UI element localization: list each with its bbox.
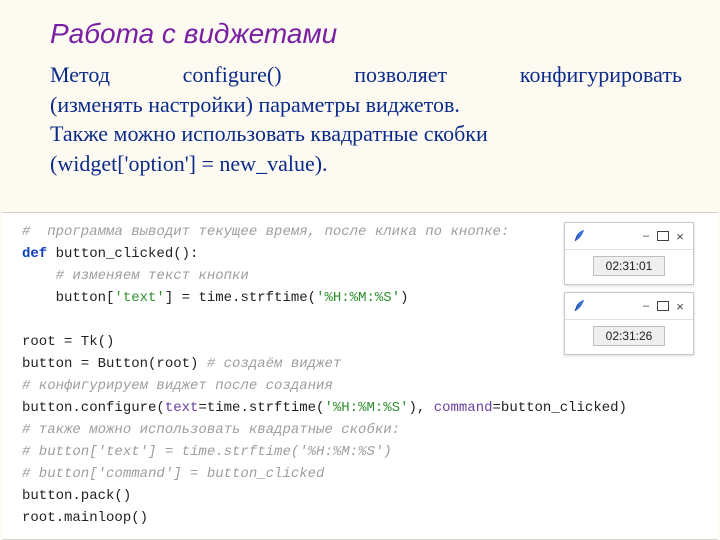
- code-comment: # также можно использовать квадратные ск…: [22, 422, 400, 438]
- slide-title: Работа с виджетами: [0, 0, 720, 60]
- code-text: button.configure(: [22, 400, 165, 416]
- maximize-icon[interactable]: [657, 301, 669, 311]
- code-arg: text: [165, 400, 199, 416]
- window-titlebar: – ×: [565, 223, 693, 250]
- desc-line: (widget['option'] = new_value).: [50, 149, 682, 179]
- code-text: root = Tk(): [22, 334, 114, 350]
- code-text: ] = time.strftime(: [165, 290, 316, 306]
- slide-description: Метод configure() позволяет конфигуриров…: [0, 60, 720, 191]
- minimize-icon[interactable]: –: [639, 300, 653, 312]
- feather-icon: [573, 299, 585, 313]
- time-button[interactable]: 02:31:01: [593, 256, 666, 276]
- desc-word: конфигурировать: [520, 62, 682, 87]
- code-text: button = Button(root): [22, 356, 207, 372]
- window-titlebar: – ×: [565, 293, 693, 320]
- close-icon[interactable]: ×: [673, 299, 687, 314]
- code-text: button_clicked():: [47, 246, 198, 262]
- code-string: '%H:%M:%S': [316, 290, 400, 306]
- tk-window-2: – × 02:31:26: [564, 292, 694, 355]
- code-string: 'text': [114, 290, 164, 306]
- code-keyword: def: [22, 246, 47, 262]
- code-comment: # конфигурируем виджет после создания: [22, 378, 333, 394]
- code-text: button.pack(): [22, 488, 131, 504]
- minimize-icon[interactable]: –: [639, 230, 653, 242]
- code-string: '%H:%M:%S': [324, 400, 408, 416]
- code-comment: # программа выводит текущее время, после…: [22, 224, 509, 240]
- code-text: ): [400, 290, 408, 306]
- desc-word: configure(): [183, 62, 282, 87]
- close-icon[interactable]: ×: [673, 229, 687, 244]
- desc-line: (изменять настройки) параметры виджетов.: [50, 90, 682, 120]
- window-body: 02:31:26: [565, 320, 693, 354]
- maximize-icon[interactable]: [657, 231, 669, 241]
- window-body: 02:31:01: [565, 250, 693, 284]
- code-comment: # button['command'] = button_clicked: [22, 466, 324, 482]
- tk-window-1: – × 02:31:01: [564, 222, 694, 285]
- code-comment: # создаём виджет: [207, 356, 341, 372]
- desc-word: позволяет: [354, 62, 447, 87]
- code-text: =time.strftime(: [198, 400, 324, 416]
- code-text: =button_clicked): [493, 400, 627, 416]
- feather-icon: [573, 229, 585, 243]
- code-comment: # button['text'] = time.strftime('%H:%M:…: [22, 444, 392, 460]
- desc-line: Также можно использовать квадратные скоб…: [50, 119, 682, 149]
- code-comment: # изменяем текст кнопки: [22, 268, 249, 284]
- time-button[interactable]: 02:31:26: [593, 326, 666, 346]
- code-text: root.mainloop(): [22, 510, 148, 526]
- code-text: ),: [408, 400, 433, 416]
- code-arg: command: [434, 400, 493, 416]
- desc-word: Метод: [50, 62, 110, 87]
- code-text: button[: [22, 290, 114, 306]
